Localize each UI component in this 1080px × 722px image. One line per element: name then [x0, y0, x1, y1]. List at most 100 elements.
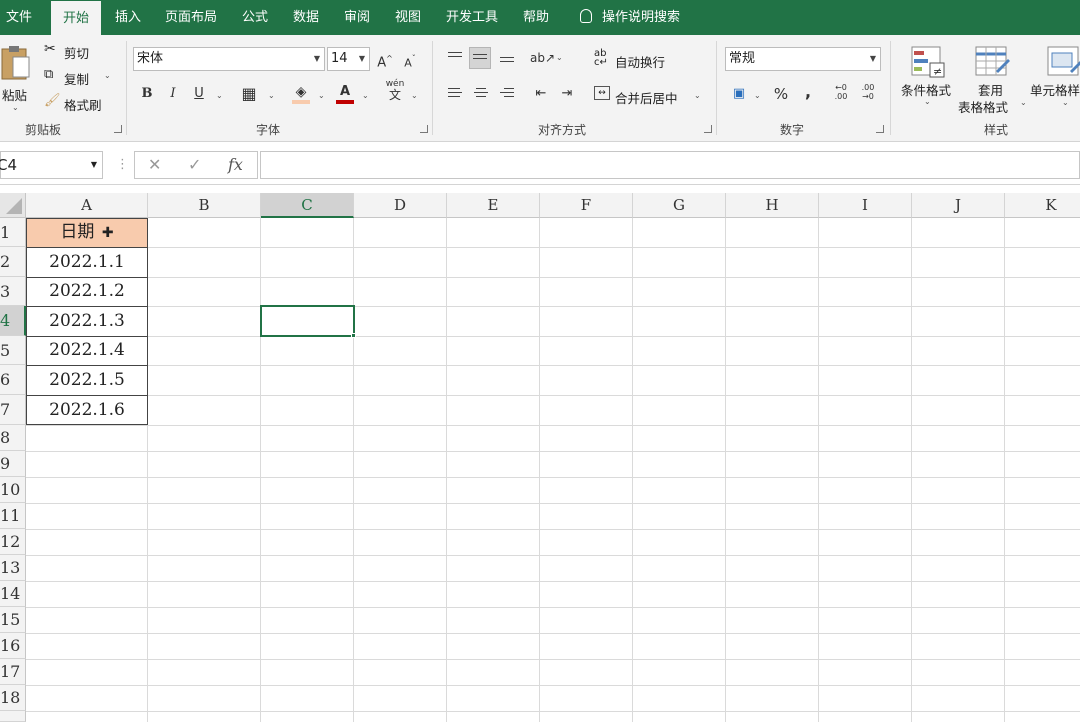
- paste-button[interactable]: 粘贴 ⌄: [0, 41, 34, 117]
- column-header-e[interactable]: E: [447, 193, 540, 218]
- row-header-11[interactable]: 11: [0, 503, 26, 529]
- alignment-launcher-icon[interactable]: [704, 125, 712, 133]
- row-header-8[interactable]: 8: [0, 425, 26, 451]
- align-middle-button[interactable]: [469, 47, 491, 69]
- underline-button[interactable]: U: [188, 83, 210, 105]
- tab-insert[interactable]: 插入: [108, 0, 148, 35]
- enter-button[interactable]: ✓: [188, 151, 201, 179]
- column-header-j[interactable]: J: [912, 193, 1005, 218]
- align-left-button[interactable]: [444, 83, 466, 105]
- insert-function-button[interactable]: fx: [228, 151, 243, 179]
- row-header-13[interactable]: 13: [0, 555, 26, 581]
- gridline: [26, 365, 1080, 366]
- column-header-c[interactable]: C: [261, 193, 354, 218]
- increase-indent-button[interactable]: ⇥: [556, 83, 578, 105]
- row-header-14[interactable]: 14: [0, 581, 26, 607]
- row-header-19[interactable]: [0, 711, 26, 722]
- column-header-g[interactable]: G: [633, 193, 726, 218]
- select-all-button[interactable]: [0, 193, 26, 218]
- tell-me-search[interactable]: 操作说明搜索: [580, 0, 680, 35]
- format-painter-button[interactable]: 🖌 格式刷: [44, 93, 110, 113]
- bold-button[interactable]: B: [136, 83, 158, 105]
- merge-center-button[interactable]: ↔ 合并后居中 ⌄: [594, 85, 706, 107]
- font-color-button[interactable]: A: [334, 81, 356, 104]
- row-header-12[interactable]: 12: [0, 529, 26, 555]
- formula-input[interactable]: [260, 151, 1080, 179]
- cut-button[interactable]: ✂ 剪切: [44, 41, 104, 61]
- row-header-1[interactable]: 1: [0, 218, 26, 247]
- column-header-i[interactable]: I: [819, 193, 912, 218]
- tab-view[interactable]: 视图: [388, 0, 428, 35]
- decrease-indent-button[interactable]: ⇤: [530, 83, 552, 105]
- cell-a7[interactable]: 2022.1.6: [26, 395, 148, 425]
- decrease-decimal-button[interactable]: .00 →0: [857, 83, 879, 105]
- align-center-button[interactable]: [470, 83, 492, 105]
- cell-a4[interactable]: 2022.1.3: [26, 306, 148, 336]
- active-cell-c4[interactable]: [260, 305, 355, 337]
- tab-page-layout[interactable]: 页面布局: [158, 0, 224, 35]
- row-header-5[interactable]: 5: [0, 336, 26, 365]
- row-header-2[interactable]: 2: [0, 247, 26, 277]
- tab-data[interactable]: 数据: [286, 0, 326, 35]
- row-header-18[interactable]: 18: [0, 685, 26, 711]
- row-header-7[interactable]: 7: [0, 395, 26, 425]
- copy-button[interactable]: ⧉ 复制 ⌄: [44, 67, 116, 87]
- cell-a2[interactable]: 2022.1.1: [26, 247, 148, 277]
- row-header-15[interactable]: 15: [0, 607, 26, 633]
- conditional-formatting-button[interactable]: ≠ 条件格式 ⌄: [898, 43, 958, 119]
- column-header-b[interactable]: B: [148, 193, 261, 218]
- orientation-button[interactable]: ab↗: [530, 47, 555, 69]
- clipboard-launcher-icon[interactable]: [114, 125, 122, 133]
- tab-help[interactable]: 帮助: [516, 0, 556, 35]
- tab-formulas[interactable]: 公式: [235, 0, 275, 35]
- number-launcher-icon[interactable]: [876, 125, 884, 133]
- column-header-d[interactable]: D: [354, 193, 447, 218]
- column-header-f[interactable]: F: [540, 193, 633, 218]
- worksheet-grid[interactable]: A B C D E F G H I J K 1 2 3 4 5 6 7 8 9 …: [0, 193, 1080, 722]
- svg-text:≠: ≠: [933, 65, 942, 78]
- cell-a1[interactable]: 日期 ✚: [26, 218, 148, 247]
- fill-handle[interactable]: [351, 333, 356, 338]
- column-header-a[interactable]: A: [26, 193, 148, 218]
- row-header-3[interactable]: 3: [0, 277, 26, 306]
- row-header-4[interactable]: 4: [0, 306, 26, 336]
- drag-handle-icon[interactable]: ⋮: [116, 157, 129, 172]
- column-header-h[interactable]: H: [726, 193, 819, 218]
- number-format-select[interactable]: 常规 ▼: [725, 47, 881, 71]
- tab-review[interactable]: 审阅: [337, 0, 377, 35]
- align-right-button[interactable]: [496, 83, 518, 105]
- shrink-font-button[interactable]: Aˇ: [399, 48, 421, 70]
- phonetic-guide-button[interactable]: wén 文: [384, 79, 406, 109]
- row-header-10[interactable]: 10: [0, 477, 26, 503]
- font-launcher-icon[interactable]: [420, 125, 428, 133]
- grow-font-button[interactable]: A^: [374, 48, 396, 70]
- cell-a3[interactable]: 2022.1.2: [26, 277, 148, 306]
- cell-styles-button[interactable]: 单元格样 ⌄: [1028, 43, 1080, 119]
- align-bottom-button[interactable]: [496, 47, 518, 69]
- italic-button[interactable]: I: [162, 83, 184, 105]
- increase-decimal-button[interactable]: ←0.00: [830, 83, 852, 105]
- accounting-format-button[interactable]: ▣: [728, 83, 750, 105]
- row-header-9[interactable]: 9: [0, 451, 26, 477]
- row-header-16[interactable]: 16: [0, 633, 26, 659]
- cell-a6[interactable]: 2022.1.5: [26, 365, 148, 395]
- row-header-17[interactable]: 17: [0, 659, 26, 685]
- format-as-table-button[interactable]: 套用 表格格式 ⌄: [958, 43, 1028, 119]
- cancel-button[interactable]: ✕: [148, 151, 161, 179]
- fill-color-button[interactable]: ◈: [290, 81, 312, 104]
- tab-developer[interactable]: 开发工具: [440, 0, 504, 35]
- font-name-select[interactable]: 宋体 ▼: [133, 47, 325, 71]
- comma-button[interactable]: ,: [797, 81, 819, 103]
- borders-button[interactable]: ▦: [238, 83, 260, 105]
- row-header-6[interactable]: 6: [0, 365, 26, 395]
- column-header-k[interactable]: K: [1005, 193, 1080, 218]
- number-group-label: 数字: [780, 123, 805, 137]
- cell-a5[interactable]: 2022.1.4: [26, 336, 148, 365]
- tab-file[interactable]: 文件: [0, 0, 38, 35]
- name-box[interactable]: C4 ▼: [0, 151, 103, 179]
- tab-home[interactable]: 开始: [51, 1, 101, 35]
- align-top-button[interactable]: [444, 47, 466, 69]
- percent-button[interactable]: %: [770, 83, 792, 105]
- wrap-text-button[interactable]: ab c↵ 自动换行: [594, 49, 684, 71]
- font-size-select[interactable]: 14 ▼: [327, 47, 370, 71]
